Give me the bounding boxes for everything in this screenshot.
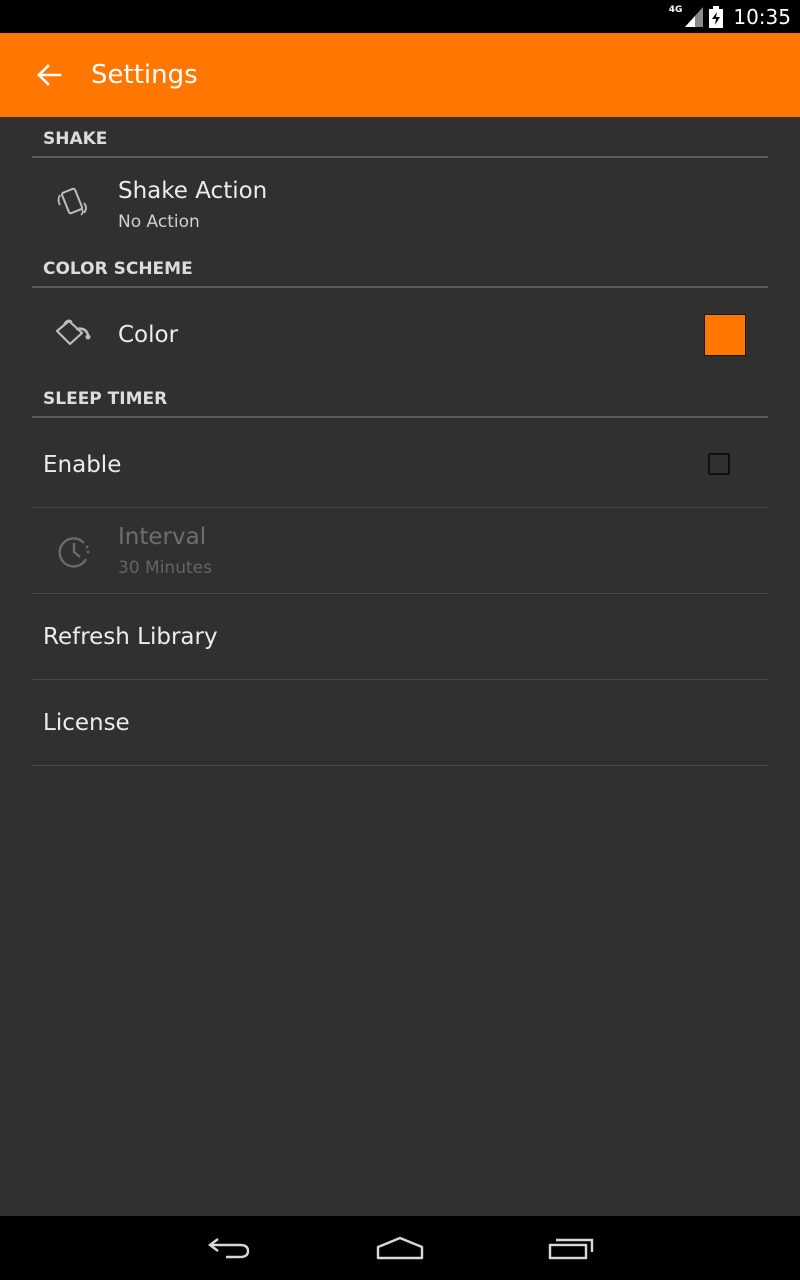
home-icon bbox=[376, 1236, 424, 1260]
color-title: Color bbox=[118, 322, 179, 348]
paint-bucket-icon bbox=[52, 313, 96, 357]
pref-color[interactable]: Color bbox=[32, 290, 768, 377]
network-type: 4G bbox=[668, 4, 683, 15]
pref-sleep-timer-enable[interactable]: Enable bbox=[32, 420, 768, 508]
clock-icon bbox=[52, 530, 96, 574]
pref-refresh-library[interactable]: Refresh Library bbox=[32, 594, 768, 680]
page-title: Settings bbox=[91, 60, 198, 90]
enable-checkbox[interactable] bbox=[708, 453, 730, 475]
interval-title: Interval bbox=[118, 524, 207, 550]
license-title: License bbox=[43, 710, 130, 736]
category-sleep-timer-label: SLEEP TIMER bbox=[43, 389, 168, 409]
battery-icon bbox=[709, 5, 724, 28]
enable-title: Enable bbox=[43, 452, 122, 478]
refresh-library-title: Refresh Library bbox=[43, 624, 218, 650]
pref-sleep-timer-interval: Interval 30 Minutes bbox=[32, 508, 768, 594]
back-icon bbox=[208, 1238, 250, 1259]
shake-action-summary: No Action bbox=[118, 212, 200, 232]
category-color-scheme: COLOR SCHEME bbox=[32, 247, 768, 288]
pref-shake-action[interactable]: Shake Action No Action bbox=[32, 160, 768, 247]
clock: 10:35 bbox=[733, 4, 791, 29]
app-toolbar: Settings bbox=[0, 33, 800, 117]
category-shake: SHAKE bbox=[32, 117, 768, 158]
color-swatch[interactable] bbox=[704, 314, 746, 356]
category-shake-label: SHAKE bbox=[43, 129, 108, 149]
phone-shake-icon bbox=[52, 181, 96, 225]
signal-icon bbox=[685, 6, 704, 27]
arrow-left-icon bbox=[37, 64, 62, 86]
shake-action-title: Shake Action bbox=[118, 178, 268, 204]
navigation-bar bbox=[0, 1216, 800, 1280]
pref-license[interactable]: License bbox=[32, 680, 768, 766]
category-color-scheme-label: COLOR SCHEME bbox=[43, 259, 193, 279]
status-bar: 4G 10:35 bbox=[0, 0, 800, 33]
recents-icon bbox=[548, 1238, 594, 1260]
nav-back-button[interactable] bbox=[199, 1228, 259, 1268]
nav-recents-button[interactable] bbox=[541, 1228, 601, 1268]
nav-home-button[interactable] bbox=[370, 1228, 430, 1268]
category-sleep-timer: SLEEP TIMER bbox=[32, 377, 768, 418]
back-arrow-button[interactable] bbox=[30, 56, 68, 94]
interval-summary: 30 Minutes bbox=[118, 558, 212, 578]
